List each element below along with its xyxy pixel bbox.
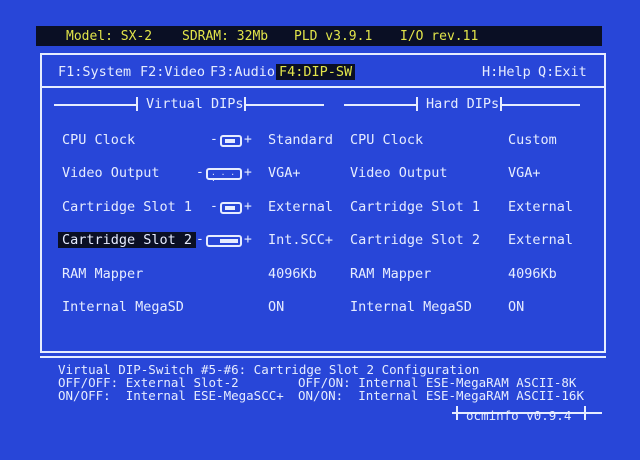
virtual-internal-megasd-label: Internal MegaSD <box>62 299 184 315</box>
info-option-on-on: ON/ON: Internal ESE-MegaRAM ASCII-16K <box>298 388 584 403</box>
virtual-header-tick-left <box>136 97 138 111</box>
cpu-clock-switch[interactable] <box>220 135 242 147</box>
switch-minus: - <box>196 232 204 247</box>
model-label: Model: SX-2 <box>66 29 153 44</box>
hard-dips-title: Hard DIPs <box>426 96 500 112</box>
hard-header-tick-left <box>416 97 418 111</box>
hard-cpu-clock-value: Custom <box>508 132 557 148</box>
pld-label: PLD v3.9.1 <box>294 29 373 44</box>
tab-video[interactable]: F2:Video <box>140 64 205 80</box>
sdram-label: SDRAM: 32Mb <box>182 29 269 44</box>
virtual-ram-mapper-label: RAM Mapper <box>62 266 144 282</box>
help-key[interactable]: H:Help <box>482 64 531 80</box>
virtual-cartridge-slot1-label: Cartridge Slot 1 <box>62 199 193 215</box>
cartridge-slot2-switch[interactable] <box>206 235 242 247</box>
tab-dip-sw[interactable]: F4:DIP-SW <box>276 64 356 80</box>
virtual-header-rule-left <box>54 104 136 106</box>
switch-plus: + <box>244 132 252 147</box>
switch-minus: - <box>196 165 204 180</box>
version-label: ocminfo v0.9.4 <box>466 408 572 423</box>
tab-system[interactable]: F1:System <box>58 64 131 80</box>
hard-header-rule-left <box>344 104 416 106</box>
version-tick-left <box>456 406 458 420</box>
hard-header-rule-right <box>502 104 580 106</box>
virtual-internal-megasd-value: ON <box>268 299 285 315</box>
switch-plus: + <box>244 199 252 214</box>
virtual-video-output-value: VGA+ <box>268 165 301 181</box>
status-bar: Model: SX-2 SDRAM: 32Mb PLD v3.9.1 I/O r… <box>36 26 602 46</box>
exit-key[interactable]: Q:Exit <box>538 64 587 80</box>
info-separator <box>40 356 606 358</box>
virtual-dips-title: Virtual DIPs <box>146 96 244 112</box>
hard-internal-megasd-value: ON <box>508 299 525 315</box>
menu-separator <box>40 86 606 88</box>
info-option-on-off: ON/OFF: Internal ESE-MegaSCC+ <box>58 388 284 403</box>
hard-video-output-value: VGA+ <box>508 165 541 181</box>
hard-cartridge-slot1-value: External <box>508 199 574 215</box>
virtual-cartridge-slot2-value: Int.SCC+ <box>268 232 334 248</box>
io-label: I/O rev.11 <box>400 29 479 44</box>
video-output-switch[interactable]: · · · · <box>206 168 242 185</box>
virtual-cpu-clock-label: CPU Clock <box>62 132 136 148</box>
hard-cpu-clock-label: CPU Clock <box>350 132 424 148</box>
hard-internal-megasd-label: Internal MegaSD <box>350 299 472 315</box>
cartridge-slot1-switch[interactable] <box>220 202 242 214</box>
switch-minus: - <box>210 199 218 214</box>
hard-ram-mapper-value: 4096Kb <box>508 266 557 282</box>
version-tick-right <box>584 406 586 420</box>
virtual-cartridge-slot1-value: External <box>268 199 334 215</box>
switch-plus: + <box>244 165 252 180</box>
tab-audio[interactable]: F3:Audio <box>210 64 275 80</box>
hard-video-output-label: Video Output <box>350 165 448 181</box>
switch-plus: + <box>244 232 252 247</box>
hard-ram-mapper-label: RAM Mapper <box>350 266 432 282</box>
switch-minus: - <box>210 132 218 147</box>
hard-cartridge-slot2-value: External <box>508 232 574 248</box>
virtual-cartridge-slot2-label[interactable]: Cartridge Slot 2 <box>58 232 197 248</box>
virtual-video-output-label: Video Output <box>62 165 160 181</box>
virtual-header-rule-right <box>246 104 324 106</box>
hard-cartridge-slot1-label: Cartridge Slot 1 <box>350 199 481 215</box>
virtual-ram-mapper-value: 4096Kb <box>268 266 317 282</box>
virtual-cpu-clock-value: Standard <box>268 132 334 148</box>
hard-cartridge-slot2-label: Cartridge Slot 2 <box>350 232 481 248</box>
